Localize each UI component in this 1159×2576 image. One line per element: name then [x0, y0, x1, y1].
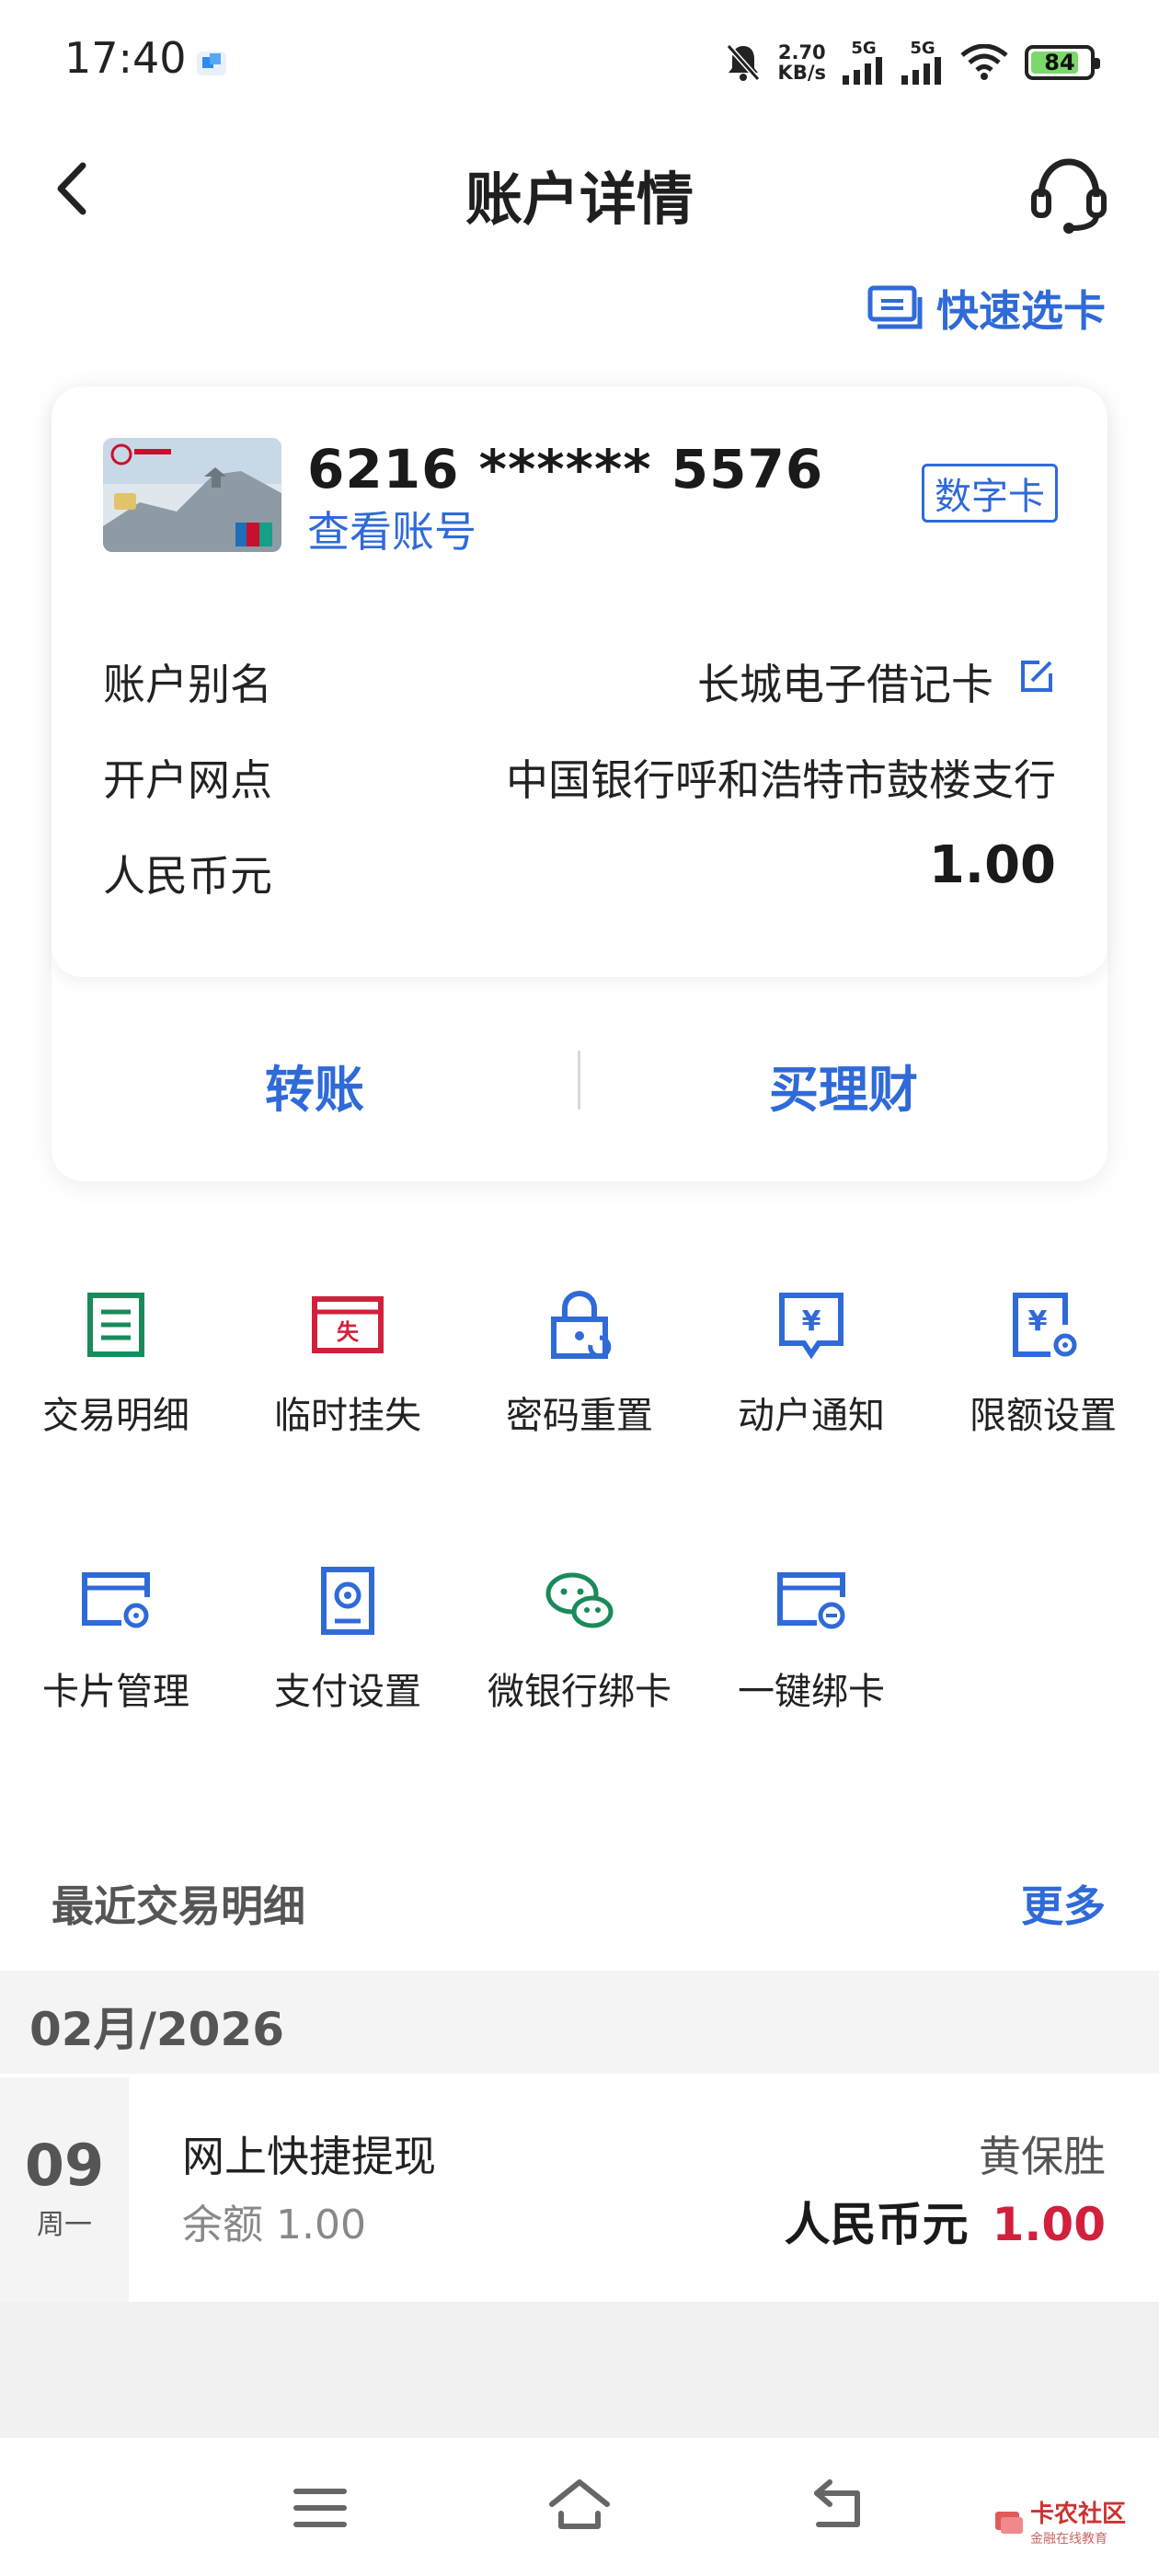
page-title: 账户详情: [465, 166, 694, 233]
function-card-management[interactable]: 卡片管理: [0, 1564, 232, 1715]
account-card-info: 6216 ****** 5576 查看账号 数字卡 账户别名 长城电子借记卡 开…: [52, 386, 1107, 977]
transfer-button[interactable]: 转账: [265, 1049, 364, 1121]
payment-settings-icon: [321, 1567, 374, 1635]
function-report-loss[interactable]: 失 临时挂失: [232, 1288, 464, 1439]
status-icons: 2.70 KB/s 5G 5G 84: [725, 33, 1100, 92]
card-number: 6216 ****** 5576: [307, 438, 824, 500]
app-notification-icon: [197, 52, 226, 75]
yuan-settings-icon: ¥: [1013, 1293, 1077, 1357]
mute-bell-icon: [726, 44, 760, 81]
transaction-amount: 人民币元 1.00: [785, 2188, 1106, 2254]
quick-select-label: 快速选卡: [936, 286, 1106, 336]
transaction-payee: 黄保胜: [979, 2132, 1106, 2181]
signal-bars-icon: [901, 57, 941, 85]
alias-label: 账户别名: [103, 660, 272, 709]
edit-icon[interactable]: [1017, 657, 1056, 696]
status-time: 17:40: [64, 33, 187, 83]
balance-value: 1.00: [928, 835, 1056, 895]
card-settings-icon: [82, 1572, 150, 1628]
branch-value: 中国银行呼和浩特市鼓楼支行: [506, 755, 1056, 805]
home-icon[interactable]: [548, 2477, 611, 2532]
function-activity-notice[interactable]: ¥ 动户通知: [695, 1288, 927, 1439]
transaction-day: 09: [24, 2132, 105, 2199]
recent-transactions-title: 最近交易明细: [52, 1881, 305, 1931]
function-payment-settings[interactable]: 支付设置: [232, 1564, 464, 1715]
lock-reset-icon: [551, 1290, 612, 1359]
menu-icon[interactable]: [293, 2484, 348, 2532]
transaction-name: 网上快捷提现: [182, 2132, 436, 2181]
battery-indicator: 84: [1025, 45, 1100, 80]
transaction-date: 09 周一: [0, 2077, 129, 2302]
card-link-icon: [777, 1572, 845, 1629]
transaction-currency: 人民币元: [784, 2198, 969, 2251]
signal-1: 5G: [843, 40, 885, 85]
account-card: 6216 ****** 5576 查看账号 数字卡 账户别名 长城电子借记卡 开…: [52, 386, 1107, 1181]
function-transaction-details[interactable]: 交易明细: [0, 1288, 232, 1439]
card-switch-icon: [867, 285, 923, 329]
wifi-icon: [960, 44, 1008, 80]
customer-service-icon[interactable]: [1025, 149, 1113, 237]
system-back-icon[interactable]: [809, 2478, 865, 2530]
svg-text:¥: ¥: [1028, 1305, 1048, 1338]
alias-value: 长城电子借记卡: [697, 660, 993, 709]
loss-report-icon: 失: [312, 1296, 384, 1353]
bank-card-thumbnail: [103, 438, 281, 552]
branch-label: 开户网点: [103, 755, 272, 805]
ledger-icon: [87, 1293, 144, 1357]
svg-text:失: 失: [337, 1319, 360, 1345]
watermark: 卡农社区 金融在线教育: [993, 2495, 1126, 2547]
yuan-message-icon: ¥: [779, 1293, 843, 1360]
wechat-bind-icon: [545, 1572, 614, 1628]
month-label: 02月/2026: [29, 2003, 285, 2056]
network-speed: 2.70 KB/s: [777, 41, 826, 84]
function-one-click-bind[interactable]: 一键绑卡: [695, 1564, 927, 1715]
svg-text:¥: ¥: [802, 1305, 821, 1338]
transaction-weekday: 周一: [37, 2209, 92, 2241]
function-limit-settings[interactable]: ¥ 限额设置: [927, 1288, 1159, 1439]
signal-bars-icon: [843, 57, 882, 85]
buy-wealth-button[interactable]: 买理财: [769, 1049, 918, 1121]
empty-area: [0, 2302, 1159, 2438]
digital-card-badge: 数字卡: [922, 464, 1058, 523]
function-password-reset[interactable]: 密码重置: [464, 1288, 695, 1439]
transaction-value: 1.00: [992, 2198, 1106, 2251]
signal-2: 5G: [901, 40, 944, 85]
action-divider: [578, 1051, 580, 1110]
quick-select-card-button[interactable]: 快速选卡: [866, 278, 1106, 339]
view-account-link[interactable]: 查看账号: [307, 499, 476, 559]
function-wechat-bind[interactable]: 微银行绑卡: [464, 1564, 695, 1715]
watermark-logo-icon: [995, 2511, 1023, 2534]
transaction-balance: 余额 1.00: [182, 2202, 366, 2248]
currency-label: 人民币元: [103, 851, 272, 901]
more-button[interactable]: 更多: [1021, 1873, 1106, 1934]
